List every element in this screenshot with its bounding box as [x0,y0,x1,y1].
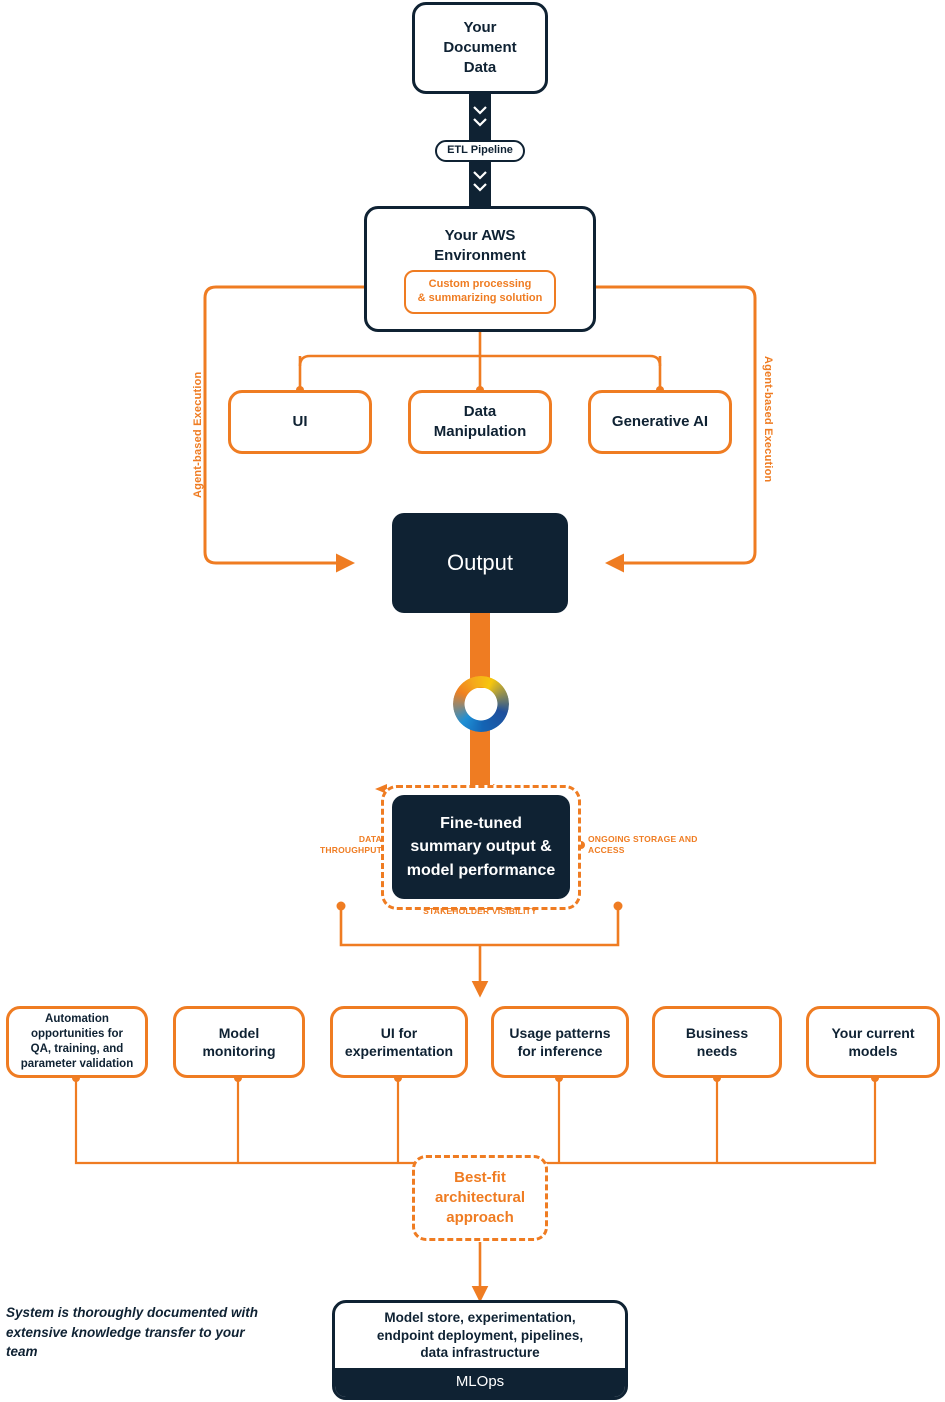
consideration-box-ui-for-experimentation[interactable]: UI for experimentation [330,1006,468,1078]
node-your-document-data[interactable]: Your Document Data [412,2,548,94]
node-best-fit-approach[interactable]: Best-fit architectural approach [412,1155,548,1241]
node-ui-label: UI [292,412,308,430]
node-custom-processing-label: Custom processing & summarizing solution [417,278,543,304]
consideration-box-label: Your current models [831,1024,915,1059]
caption-data-throughput: DATA THROUGHPUT [320,834,382,856]
node-data-manipulation[interactable]: Data Manipulation [408,390,552,454]
node-output[interactable]: Output [392,513,568,613]
caption-stakeholder-visibility: STAKEHOLDER VISIBILITY [423,906,537,916]
node-mlops-bar: MLOps [335,1367,625,1397]
node-mlops-description-row: Model store, experimentation, endpoint d… [335,1303,625,1368]
consideration-box-label: Automation opportunities for QA, trainin… [20,1013,134,1070]
node-etl-pipeline-label: ETL Pipeline [447,144,513,157]
consideration-box-label: Model monitoring [202,1024,276,1059]
node-mlops-description: Model store, experimentation, endpoint d… [376,1310,584,1361]
consideration-box-usage-patterns[interactable]: Usage patterns for inference [491,1006,629,1078]
node-aws-environment-label: Your AWS Environment [434,227,526,265]
label-agent-based-execution-left: Agent-based Execution [192,371,204,498]
consideration-box-label: Usage patterns for inference [509,1024,611,1059]
label-agent-based-execution-right: Agent-based Execution [762,356,774,483]
consideration-box-model-monitoring[interactable]: Model monitoring [173,1006,305,1078]
consideration-box-automation-opportunities[interactable]: Automation opportunities for QA, trainin… [6,1006,148,1078]
node-custom-processing[interactable]: Custom processing & summarizing solution [404,270,556,314]
diagram-canvas: Your Document Data ETL Pipeline Your AWS… [0,0,945,1402]
consideration-box-business-needs[interactable]: Business needs [652,1006,782,1078]
consideration-box-your-current-models[interactable]: Your current models [806,1006,940,1078]
node-ui[interactable]: UI [228,390,372,454]
node-fine-tuned-summary[interactable]: Fine-tuned summary output & model perfor… [392,795,570,899]
node-output-label: Output [446,550,514,576]
node-best-fit-approach-label: Best-fit architectural approach [434,1168,526,1227]
node-your-document-data-label: Your Document Data [443,18,517,77]
node-mlops-bar-label: MLOps [455,1373,505,1391]
consideration-fan [339,910,620,998]
node-etl-pipeline[interactable]: ETL Pipeline [435,140,525,162]
node-data-manipulation-label: Data Manipulation [433,402,527,440]
brand-ring-icon [453,676,509,732]
consideration-box-label: UI for experimentation [344,1024,454,1059]
node-fine-tuned-summary-label: Fine-tuned summary output & model perfor… [406,815,556,879]
consideration-box-label: Business needs [685,1024,749,1059]
footnote-documentation: System is thoroughly documented with ext… [6,1305,259,1360]
node-generative-ai[interactable]: Generative AI [588,390,732,454]
node-mlops[interactable]: Model store, experimentation, endpoint d… [332,1300,628,1400]
node-generative-ai-label: Generative AI [611,412,709,430]
caption-ongoing-storage: ONGOING STORAGE AND ACCESS [588,834,698,856]
